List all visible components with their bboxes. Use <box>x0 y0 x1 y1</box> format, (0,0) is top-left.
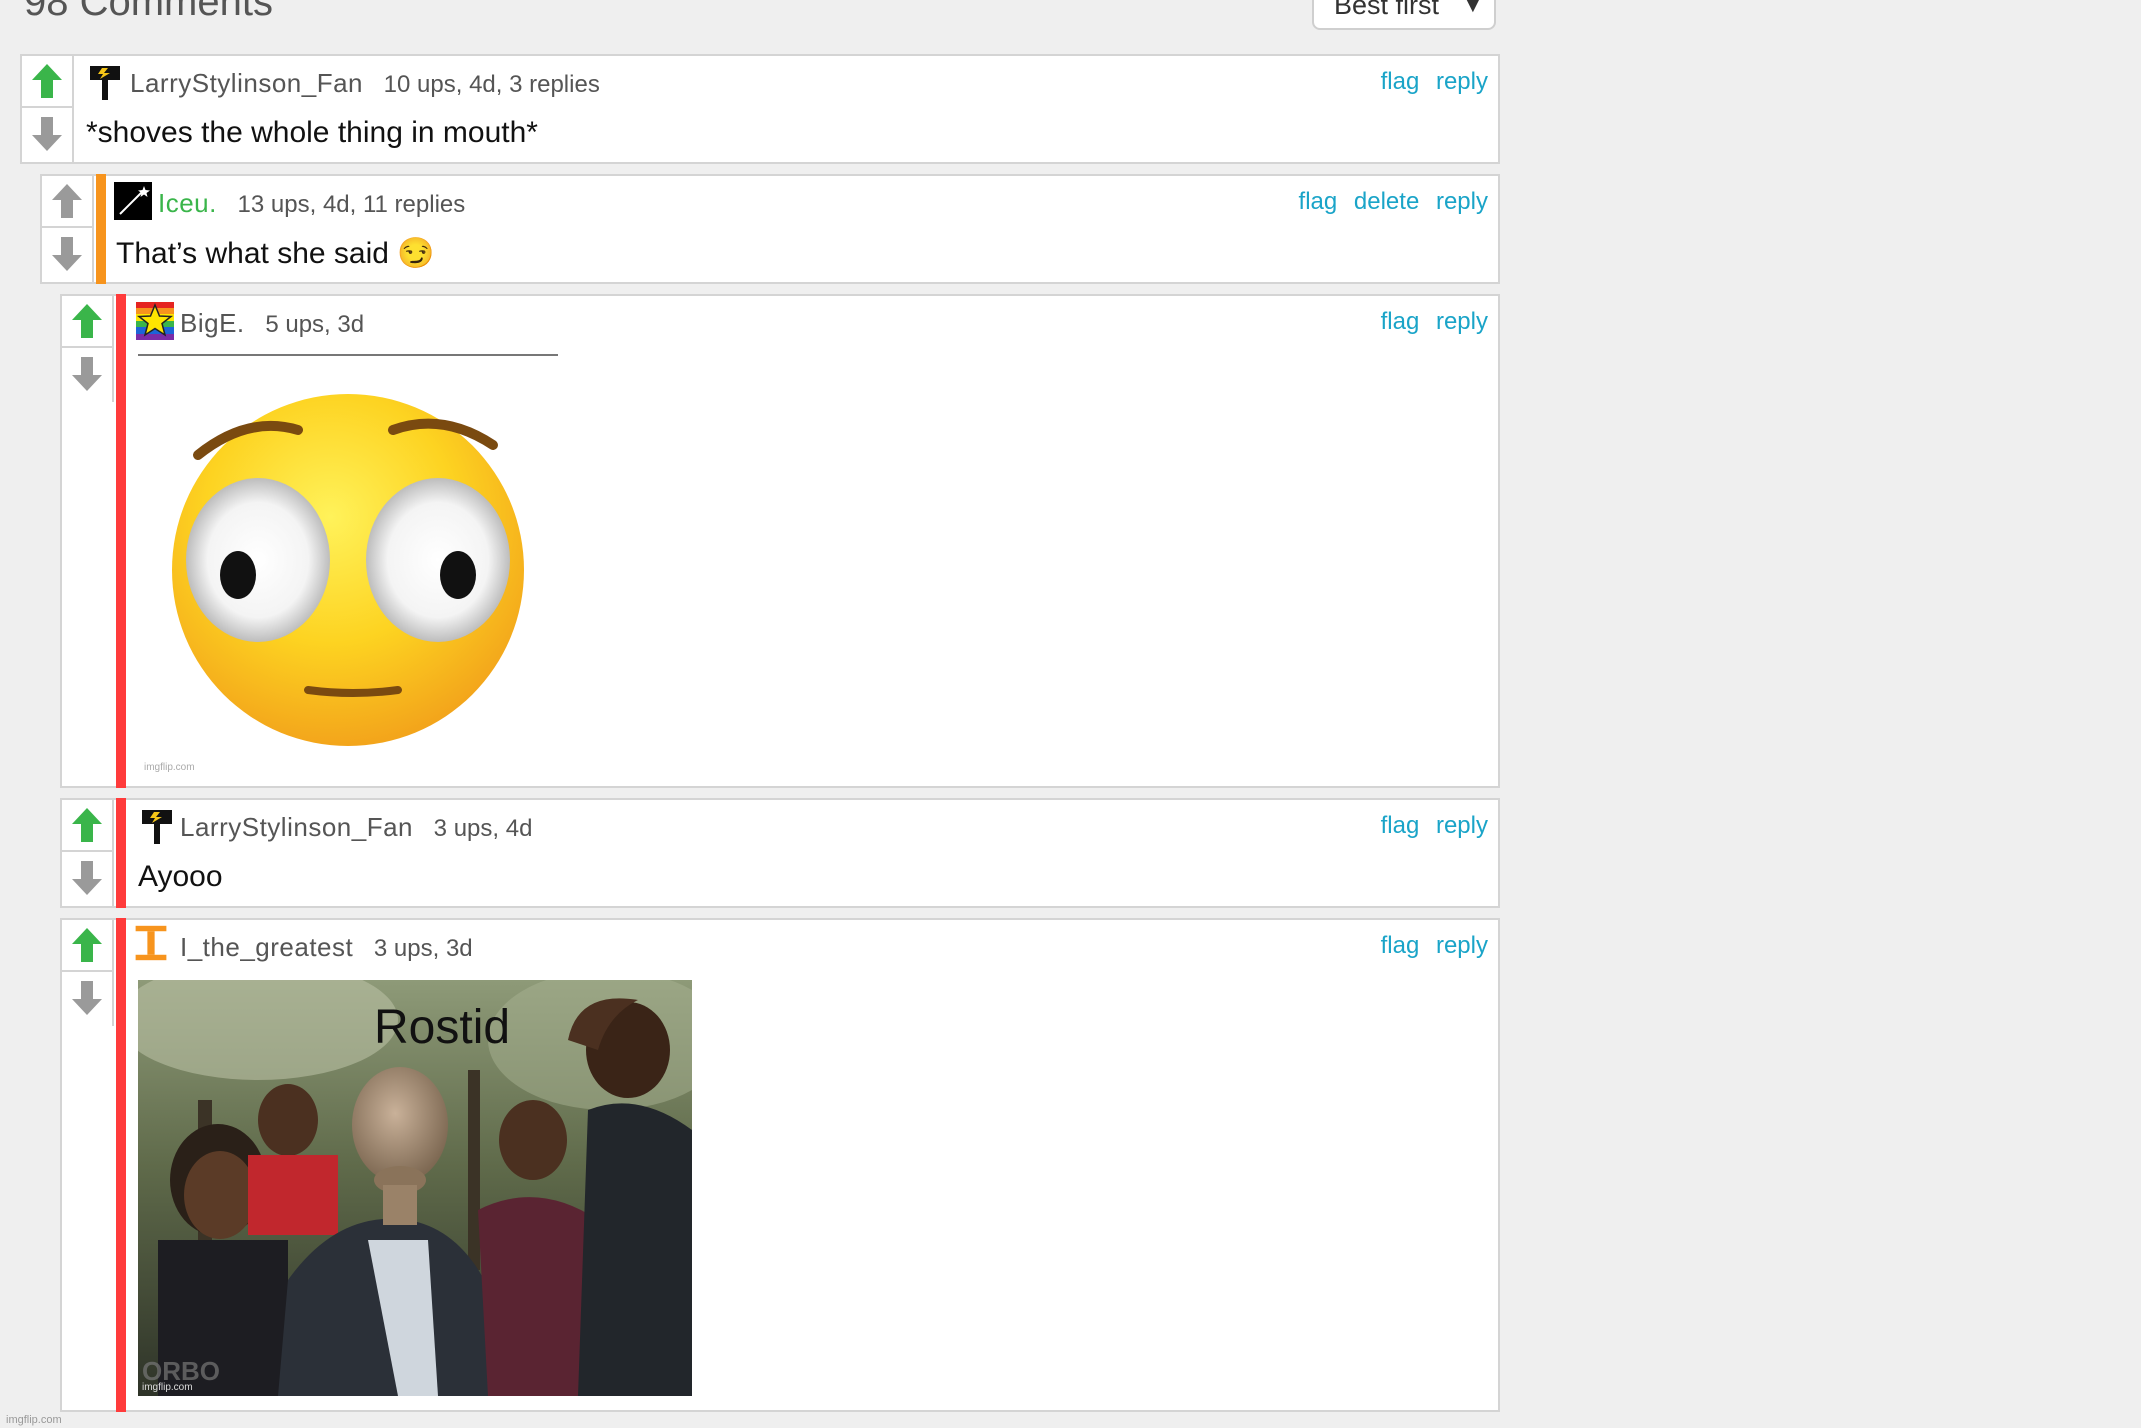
comment: BigE. 5 ups, 3d flag reply imgflip.com <box>60 294 1500 788</box>
upvote-button[interactable] <box>62 920 112 972</box>
comment-actions: flag delete reply <box>1289 188 1488 216</box>
arrow-up-icon <box>32 64 62 98</box>
arrow-down-icon <box>72 357 102 391</box>
delete-link[interactable]: delete <box>1354 188 1419 215</box>
arrow-down-icon <box>72 981 102 1015</box>
flag-link[interactable]: flag <box>1299 188 1338 215</box>
comment-meta: LarryStylinson_Fan 10 ups, 4d, 3 replies <box>130 68 600 99</box>
flag-link[interactable]: flag <box>1381 308 1420 335</box>
arrow-up-icon <box>72 808 102 842</box>
chevron-down-icon: ▼ <box>1462 0 1484 17</box>
username-link[interactable]: LarryStylinson_Fan <box>130 68 363 98</box>
reply-link[interactable]: reply <box>1436 188 1488 215</box>
page-watermark: imgflip.com <box>6 1414 62 1426</box>
comment-image-flushed-emoji[interactable]: imgflip.com <box>138 360 578 780</box>
username-link[interactable]: BigE. <box>180 308 245 338</box>
downvote-button[interactable] <box>62 348 112 400</box>
comment-meta: LarryStylinson_Fan 3 ups, 4d <box>180 812 532 843</box>
sort-label: Best first <box>1334 0 1440 20</box>
sort-dropdown[interactable]: Best first ▼ <box>1312 0 1496 30</box>
upvote-button[interactable] <box>62 296 112 348</box>
upvote-button[interactable] <box>42 176 92 228</box>
meme-caption: Rostid <box>374 1001 511 1054</box>
comment-stats: 10 ups, 4d, 3 replies <box>383 71 600 98</box>
image-watermark: imgflip.com <box>144 762 195 773</box>
comment-stats: 5 ups, 3d <box>265 311 365 338</box>
user-avatar-i-beam-icon <box>135 925 167 961</box>
comment-text: Ayooo <box>138 860 223 893</box>
image-watermark: imgflip.com <box>142 1382 193 1393</box>
reply-link[interactable]: reply <box>1436 308 1488 335</box>
arrow-down-icon <box>72 861 102 895</box>
vote-controls <box>62 800 114 906</box>
flag-link[interactable]: flag <box>1381 812 1420 839</box>
comments-count-title: 98 Comments <box>24 0 273 24</box>
upvote-button[interactable] <box>62 800 112 852</box>
thread-bar <box>116 918 126 1412</box>
flushed-face-icon <box>172 394 524 746</box>
arrow-up-icon <box>52 184 82 218</box>
comment: I_the_greatest 3 ups, 3d flag reply Rost… <box>60 918 1500 1412</box>
flag-link[interactable]: flag <box>1381 932 1420 959</box>
comment-stats: 3 ups, 3d <box>373 935 473 962</box>
vote-controls <box>42 176 94 282</box>
comment-meta: Iceu. 13 ups, 4d, 11 replies <box>158 188 465 219</box>
username-link[interactable]: LarryStylinson_Fan <box>180 812 413 842</box>
upvote-button[interactable] <box>22 56 72 108</box>
comment-text: That’s what she said 😏 <box>116 237 435 270</box>
user-avatar-wand-icon <box>114 182 152 220</box>
downvote-button[interactable] <box>22 108 72 160</box>
vote-controls <box>62 296 114 402</box>
comment-text: *shoves the whole thing in mouth* <box>86 116 538 149</box>
thread-bar <box>116 798 126 908</box>
comment: LarryStylinson_Fan 10 ups, 4d, 3 replies… <box>20 54 1500 164</box>
vote-controls <box>62 920 114 1026</box>
user-avatar-hammer-icon <box>90 66 120 100</box>
comments-header: 98 Comments Best first ▼ <box>0 0 1510 48</box>
flag-link[interactable]: flag <box>1381 68 1420 95</box>
vote-controls <box>22 56 74 162</box>
comment-meta: BigE. 5 ups, 3d <box>180 308 364 339</box>
arrow-down-icon <box>52 237 82 271</box>
username-link[interactable]: Iceu. <box>158 188 217 218</box>
comment-stats: 3 ups, 4d <box>433 815 533 842</box>
arrow-up-icon <box>72 928 102 962</box>
arrow-up-icon <box>72 304 102 338</box>
comment: LarryStylinson_Fan 3 ups, 4d flag reply … <box>60 798 1500 908</box>
comment-actions: flag reply <box>1371 308 1488 336</box>
comment-actions: flag reply <box>1371 932 1488 960</box>
comment-meta: I_the_greatest 3 ups, 3d <box>180 932 473 963</box>
divider <box>138 354 558 356</box>
comment-stats: 13 ups, 4d, 11 replies <box>237 191 466 218</box>
user-avatar-star-icon <box>136 302 174 340</box>
arrow-down-icon <box>32 117 62 151</box>
downvote-button[interactable] <box>62 852 112 904</box>
downvote-button[interactable] <box>42 228 92 280</box>
comment: Iceu. 13 ups, 4d, 11 replies flag delete… <box>40 174 1500 284</box>
user-avatar-hammer-icon <box>142 810 172 844</box>
thread-bar <box>96 174 106 284</box>
thread-bar <box>116 294 126 788</box>
comment-image-meme[interactable]: Rostid ORBO imgflip.com <box>138 980 692 1396</box>
reply-link[interactable]: reply <box>1436 932 1488 959</box>
reply-link[interactable]: reply <box>1436 68 1488 95</box>
comment-actions: flag reply <box>1371 812 1488 840</box>
downvote-button[interactable] <box>62 972 112 1024</box>
comment-actions: flag reply <box>1371 68 1488 96</box>
reply-link[interactable]: reply <box>1436 812 1488 839</box>
username-link[interactable]: I_the_greatest <box>180 932 353 962</box>
